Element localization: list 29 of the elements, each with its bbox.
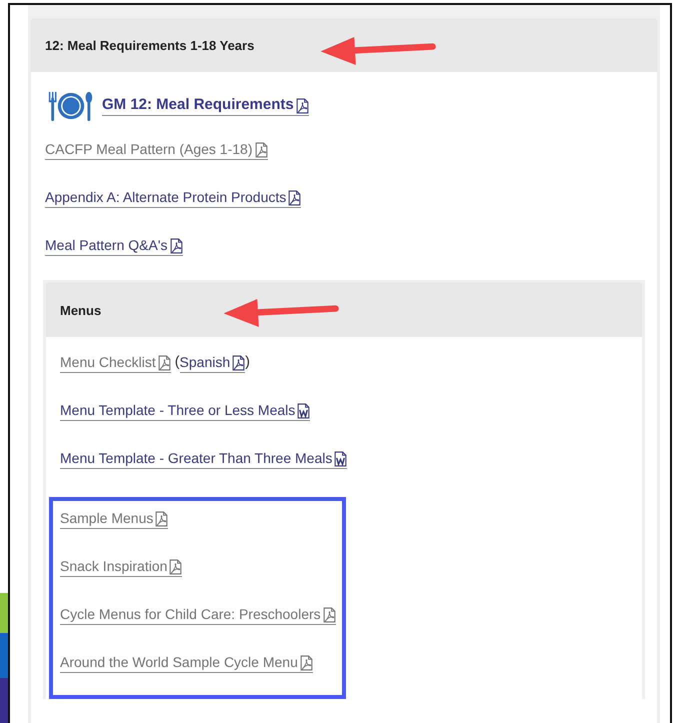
document-link[interactable]: Menu Template - Greater Than Three Meals [60, 449, 348, 469]
document-link[interactable]: Sample Menus [60, 509, 168, 529]
document-link[interactable]: Meal Pattern Q&A's [45, 236, 182, 256]
pdf-file-icon [155, 511, 168, 527]
document-link[interactable]: Cycle Menus for Child Care: Preschoolers [60, 605, 336, 625]
pdf-file-icon [288, 190, 302, 206]
document-link[interactable]: GM 12: Meal Requirements [102, 96, 309, 116]
pdf-file-icon [296, 98, 309, 114]
word-file-icon [334, 451, 348, 467]
section-title: Menus [60, 302, 102, 318]
section-title: 12: Meal Requirements 1-18 Years [45, 38, 254, 53]
pdf-file-icon [300, 655, 313, 671]
word-file-icon [297, 403, 310, 419]
document-link[interactable]: CACFP Meal Pattern (Ages 1-18) [45, 140, 268, 160]
document-link[interactable]: Menu Template - Three or Less Meals [60, 401, 310, 421]
plate-cutlery-icon [48, 90, 94, 122]
document-link[interactable]: Appendix A: Alternate Protein Products [45, 188, 302, 208]
pdf-file-icon [170, 238, 182, 254]
parenthesis: ( [174, 353, 180, 371]
pdf-file-icon [158, 355, 171, 371]
document-link[interactable]: Around the World Sample Cycle Menu [60, 653, 313, 673]
pdf-file-icon [232, 355, 246, 371]
pdf-file-icon [169, 559, 182, 575]
pdf-file-icon [322, 607, 336, 623]
parenthesis: ) [245, 353, 250, 371]
document-link[interactable]: Snack Inspiration [60, 557, 182, 577]
document-link[interactable]: Spanish [180, 353, 246, 373]
document-link[interactable]: Menu Checklist [60, 353, 171, 373]
pdf-file-icon [254, 142, 268, 158]
